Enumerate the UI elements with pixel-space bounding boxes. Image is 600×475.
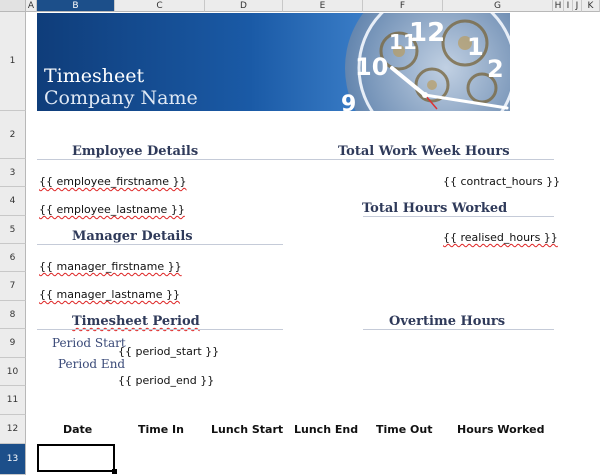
- overtime-hours-heading: Overtime Hours: [389, 314, 506, 329]
- work-week-rule: [283, 159, 554, 160]
- manager-firstname-placeholder: {{ manager_firstname }}: [39, 260, 182, 273]
- row-header-1[interactable]: 1: [0, 12, 26, 111]
- realised-hours-cell[interactable]: {{ realised_hours }}: [443, 231, 558, 244]
- row-header-12[interactable]: 12: [0, 415, 26, 444]
- column-header-j[interactable]: J: [573, 0, 582, 12]
- row-header-7[interactable]: 7: [0, 272, 26, 301]
- total-work-week-hours-heading: Total Work Week Hours: [338, 144, 510, 159]
- period-end-cell[interactable]: {{ period_end }}: [118, 374, 214, 387]
- column-header-f[interactable]: F: [363, 0, 443, 12]
- contract-hours-cell[interactable]: {{ contract_hours }}: [443, 175, 560, 188]
- select-all-corner[interactable]: [0, 0, 26, 12]
- table-header-time-in[interactable]: Time In: [138, 423, 184, 436]
- svg-text:1: 1: [467, 33, 484, 61]
- column-header-e[interactable]: E: [283, 0, 363, 12]
- employee-lastname-cell[interactable]: {{ employee_lastname }}: [39, 203, 185, 216]
- row-header-3[interactable]: 3: [0, 159, 26, 187]
- row-header-6[interactable]: 6: [0, 244, 26, 272]
- svg-text:11: 11: [389, 30, 417, 54]
- table-header-date[interactable]: Date: [63, 423, 92, 436]
- employee-firstname-placeholder: {{ employee_firstname }}: [39, 175, 187, 188]
- row-header-11[interactable]: 11: [0, 386, 26, 415]
- company-name: Company Name: [44, 87, 198, 109]
- manager-details-rule: [37, 244, 283, 245]
- table-header-lunch-start[interactable]: Lunch Start: [211, 423, 283, 436]
- timesheet-period-heading: Timesheet Period: [72, 314, 200, 329]
- period-start-cell[interactable]: {{ period_start }}: [118, 345, 219, 358]
- column-header-b[interactable]: B: [37, 0, 115, 12]
- row-header-5[interactable]: 5: [0, 216, 26, 244]
- column-header-c[interactable]: C: [115, 0, 205, 12]
- employee-lastname-placeholder: {{ employee_lastname }}: [39, 203, 185, 216]
- svg-text:2: 2: [487, 55, 504, 83]
- timesheet-title: Timesheet: [44, 65, 145, 87]
- column-header-i[interactable]: I: [564, 0, 573, 12]
- realised-hours-placeholder: {{ realised_hours }}: [443, 231, 558, 244]
- overtime-rule: [363, 329, 554, 330]
- table-header-time-out[interactable]: Time Out: [376, 423, 432, 436]
- employee-firstname-cell[interactable]: {{ employee_firstname }}: [39, 175, 186, 188]
- employee-details-rule: [37, 159, 283, 160]
- row-header-10[interactable]: 10: [0, 358, 26, 386]
- table-header-hours-worked[interactable]: Hours Worked: [457, 423, 544, 436]
- row-header-8[interactable]: 8: [0, 301, 26, 329]
- manager-firstname-cell[interactable]: {{ manager_firstname }}: [39, 260, 182, 273]
- total-hours-worked-heading: Total Hours Worked: [362, 201, 508, 216]
- timesheet-banner: 12 1 2 10 9 11 Timesheet Company Name: [37, 13, 510, 111]
- svg-text:9: 9: [341, 92, 356, 111]
- hours-worked-rule: [363, 216, 554, 217]
- employee-details-heading: Employee Details: [72, 144, 199, 159]
- manager-lastname-cell[interactable]: {{ manager_lastname }}: [39, 288, 180, 301]
- row-header-2[interactable]: 2: [0, 111, 26, 159]
- row-header-13[interactable]: 13: [0, 444, 26, 475]
- column-header-d[interactable]: D: [205, 0, 283, 12]
- timesheet-period-heading-text: Timesheet Period: [72, 314, 200, 329]
- column-header-a[interactable]: A: [26, 0, 37, 12]
- period-end-label: Period End: [58, 357, 126, 371]
- column-header-h[interactable]: H: [553, 0, 564, 12]
- svg-text:10: 10: [355, 53, 388, 81]
- manager-details-heading: Manager Details: [72, 229, 193, 244]
- table-header-lunch-end[interactable]: Lunch End: [294, 423, 358, 436]
- period-start-label: Period Start: [52, 336, 126, 350]
- row-header-4[interactable]: 4: [0, 187, 26, 216]
- column-header-k[interactable]: K: [582, 0, 600, 12]
- timesheet-period-rule: [37, 329, 283, 330]
- column-header-g[interactable]: G: [443, 0, 553, 12]
- manager-lastname-placeholder: {{ manager_lastname }}: [39, 288, 180, 301]
- selected-cell-b13[interactable]: [37, 444, 117, 474]
- row-header-9[interactable]: 9: [0, 329, 26, 358]
